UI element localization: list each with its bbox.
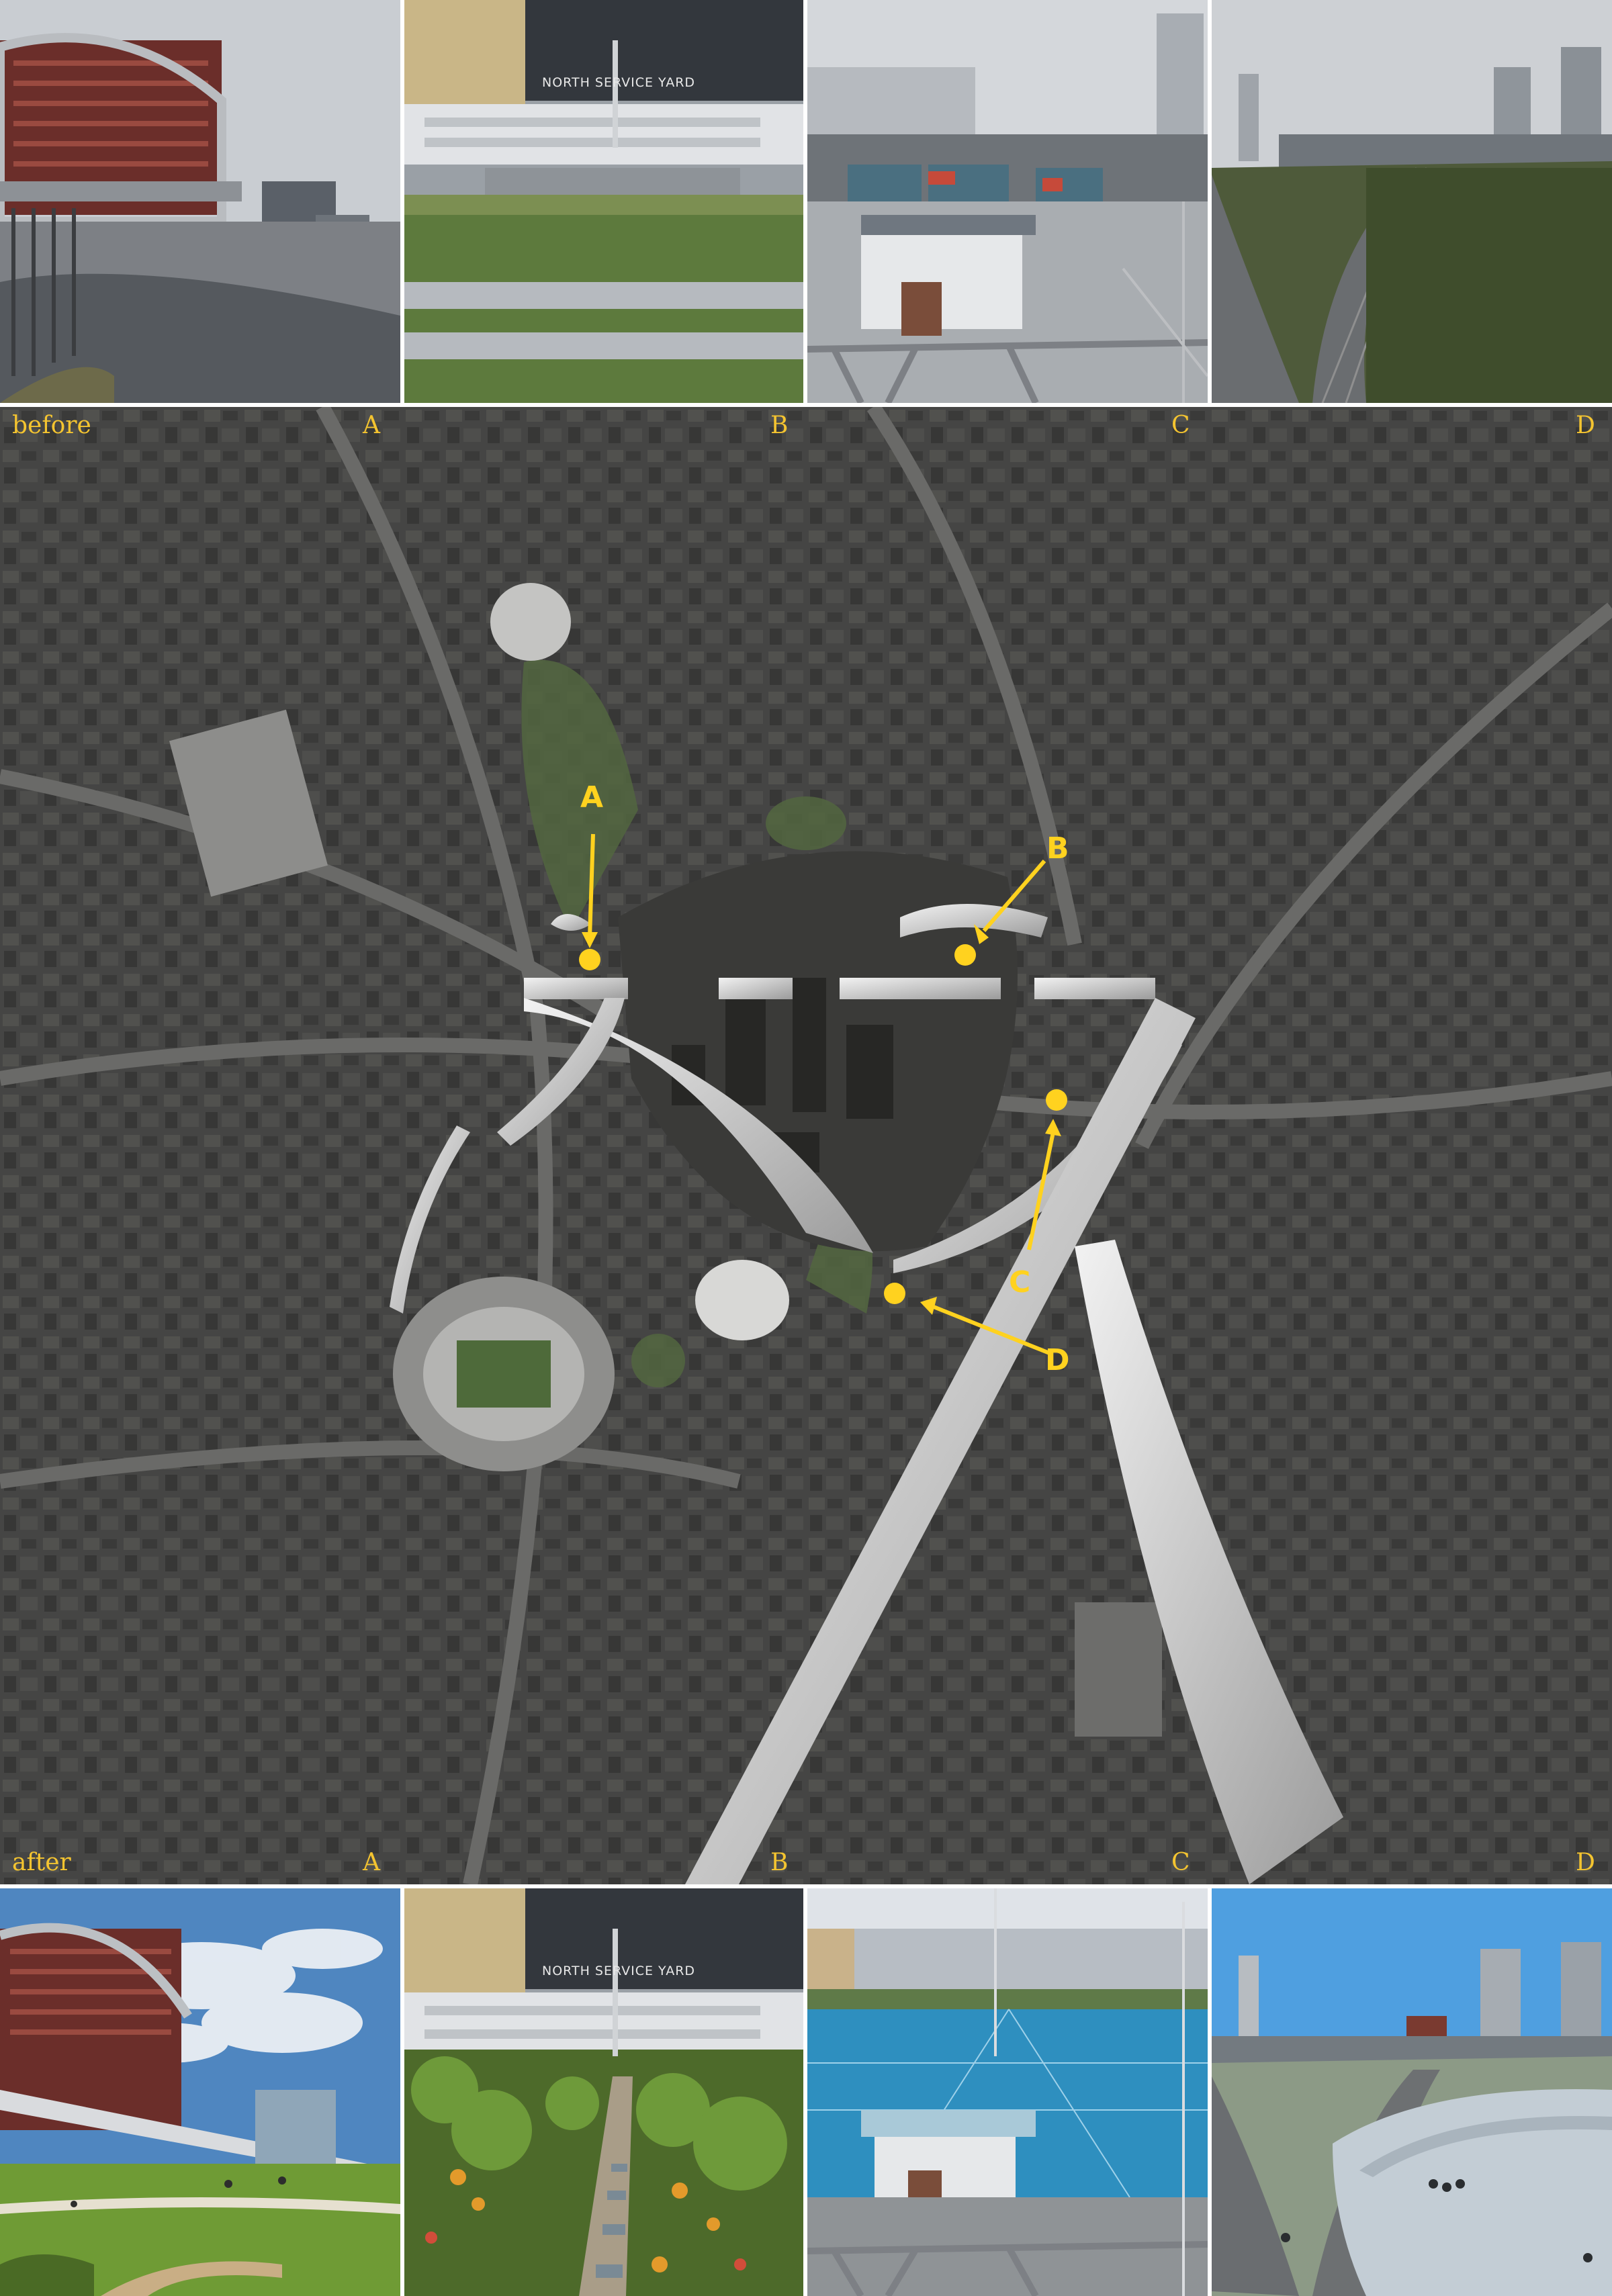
after-photo-row: NORTH SERVICE YARD [0, 1888, 1612, 2296]
after-label: after [12, 1849, 71, 1876]
before-col-a: A [363, 412, 380, 439]
before-col-b: B [770, 412, 789, 439]
after-col-d: D [1576, 1849, 1595, 1876]
before-photo-d [1212, 0, 1612, 403]
before-photo-row: NORTH SERVICE YARD [0, 0, 1612, 403]
map-marker-label-b: B [1046, 831, 1069, 866]
before-photo-b: NORTH SERVICE YARD [404, 0, 803, 403]
after-photo-c [807, 1888, 1208, 2296]
site-map: before A B C D A B C D after A B C D [0, 407, 1612, 1884]
before-photo-a [0, 0, 400, 403]
before-col-d: D [1576, 412, 1595, 439]
after-col-b: B [770, 1849, 789, 1876]
after-photo-d [1212, 1888, 1612, 2296]
map-marker-label-d: D [1045, 1343, 1070, 1377]
before-label: before [12, 412, 91, 439]
after-col-a: A [363, 1849, 380, 1876]
before-sign-north-service-yard: NORTH SERVICE YARD [542, 75, 696, 90]
after-photo-a [0, 1888, 400, 2296]
stadium [393, 1277, 615, 1471]
map-marker-label-c: C [1009, 1265, 1031, 1299]
after-sign-north-service-yard: NORTH SERVICE YARD [542, 1964, 696, 1978]
map-marker-label-a: A [580, 780, 604, 815]
after-photo-b: NORTH SERVICE YARD [404, 1888, 803, 2296]
after-col-c: C [1171, 1849, 1190, 1876]
before-col-c: C [1171, 412, 1190, 439]
before-photo-c [807, 0, 1208, 403]
